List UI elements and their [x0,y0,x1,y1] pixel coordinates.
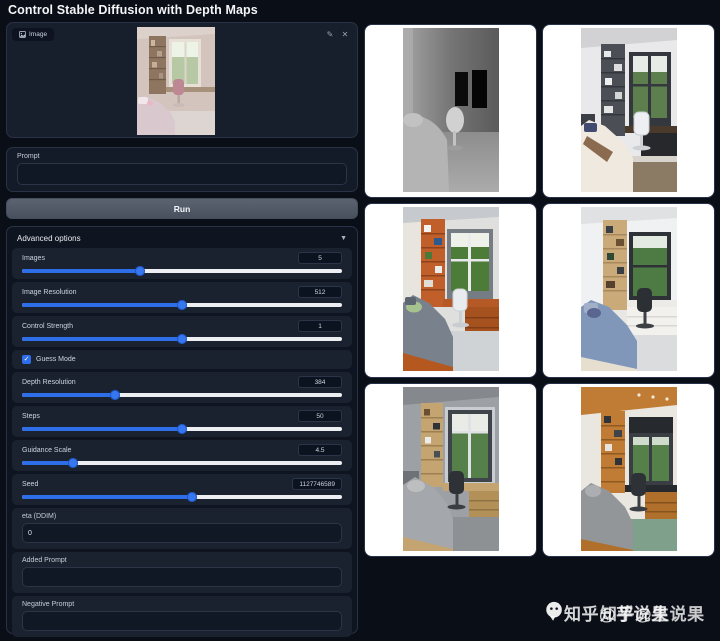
slider-handle[interactable] [187,492,197,502]
guess-mode-row: ✓ Guess Mode [12,350,352,369]
slider-label: Seed [22,481,38,488]
slider-label: Steps [22,413,40,420]
slider-label: Control Strength [22,323,73,330]
slider-group-image-resolution: Image Resolution 512 [12,282,352,313]
image-input-label: Image [29,31,47,38]
run-button[interactable]: Run [6,198,358,219]
image-input-badge: Image [12,28,54,41]
negative-prompt-input[interactable] [22,611,342,631]
advanced-options-title: Advanced options [17,234,81,243]
pencil-icon: ✎ [327,30,334,39]
generated-bedroom-blue-bed-image [581,207,677,371]
slider-label: Image Resolution [22,289,76,296]
eta-input[interactable] [22,523,342,543]
generated-bedroom-orange-shelf-image [403,207,499,371]
check-icon: ✓ [24,356,30,363]
slider-handle[interactable] [110,390,120,400]
gallery-item-generated-4[interactable] [364,383,537,557]
slider-track[interactable] [22,427,342,431]
gallery-item-generated-5[interactable] [542,383,715,557]
slider-group-guidance-scale: Guidance Scale 4.5 [12,440,352,471]
generated-bedroom-gray-image [403,387,499,551]
page-title: Control Stable Diffusion with Depth Maps [8,3,258,17]
watermark: 知乎@芋说果 知乎@生说果 [544,599,716,625]
slider-value-input[interactable]: 1127746589 [292,478,342,490]
generated-bedroom-dark-shelf-image [581,28,677,192]
watermark-text-back: 知乎@芋说果 [564,600,669,625]
slider-value-input[interactable]: 50 [298,410,342,422]
slider-handle[interactable] [135,266,145,276]
slider-group-steps: Steps 50 [12,406,352,437]
slider-label: Images [22,255,45,262]
pink-bedroom-photo-image [137,27,215,135]
slider-handle[interactable] [177,300,187,310]
prompt-section: Prompt [6,147,358,192]
slider-value-input[interactable]: 384 [298,376,342,388]
advanced-options-accordion: Advanced options ▼ Images 5 Image Resolu… [6,226,358,634]
slider-group-seed: Seed 1127746589 [12,474,352,505]
slider-track[interactable] [22,393,342,397]
slider-value-input[interactable]: 512 [298,286,342,298]
depth-map-image [403,28,499,192]
chevron-down-icon: ▼ [340,235,347,242]
slider-track[interactable] [22,461,342,465]
gallery-item-generated-1[interactable] [542,24,715,198]
guess-mode-label: Guess Mode [36,356,76,363]
image-input-component[interactable]: Image ✎ ✕ [6,22,358,138]
gallery-item-generated-2[interactable] [364,203,537,377]
slider-label: Depth Resolution [22,379,76,386]
slider-value-input[interactable]: 5 [298,252,342,264]
slider-label: Guidance Scale [22,447,71,454]
guess-mode-checkbox[interactable]: ✓ [22,355,31,364]
clear-image-button[interactable]: ✕ [339,28,351,40]
slider-track[interactable] [22,303,342,307]
slider-group-control-strength: Control Strength 1 [12,316,352,347]
eta-label: eta (DDIM) [22,513,342,520]
added-prompt-group: Added Prompt [12,552,352,593]
advanced-options-header[interactable]: Advanced options ▼ [7,227,357,248]
slider-handle[interactable] [177,334,187,344]
added-prompt-input[interactable] [22,567,342,587]
close-icon: ✕ [342,30,349,39]
slider-track[interactable] [22,337,342,341]
image-icon [19,31,26,38]
gallery-item-generated-3[interactable] [542,203,715,377]
slider-group-images: Images 5 [12,248,352,279]
generated-bedroom-orange-ceiling-image [581,387,677,551]
watermark-text-front: 知乎@生说果 [600,600,705,625]
slider-handle[interactable] [177,424,187,434]
slider-handle[interactable] [68,458,78,468]
prompt-input[interactable] [17,163,347,185]
result-gallery [364,24,715,557]
uploaded-input-photo[interactable] [137,27,215,135]
slider-value-input[interactable]: 4.5 [298,444,342,456]
negative-prompt-label: Negative Prompt [22,601,342,608]
slider-track[interactable] [22,495,342,499]
added-prompt-label: Added Prompt [22,557,342,564]
prompt-label: Prompt [17,153,347,160]
slider-group-depth-resolution: Depth Resolution 384 [12,372,352,403]
negative-prompt-group: Negative Prompt [12,596,352,637]
chat-bubble-icon [544,601,565,623]
gallery-item-depth-map[interactable] [364,24,537,198]
slider-track[interactable] [22,269,342,273]
eta-field-group: eta (DDIM) [12,508,352,549]
edit-image-button[interactable]: ✎ [324,28,336,40]
slider-value-input[interactable]: 1 [298,320,342,332]
